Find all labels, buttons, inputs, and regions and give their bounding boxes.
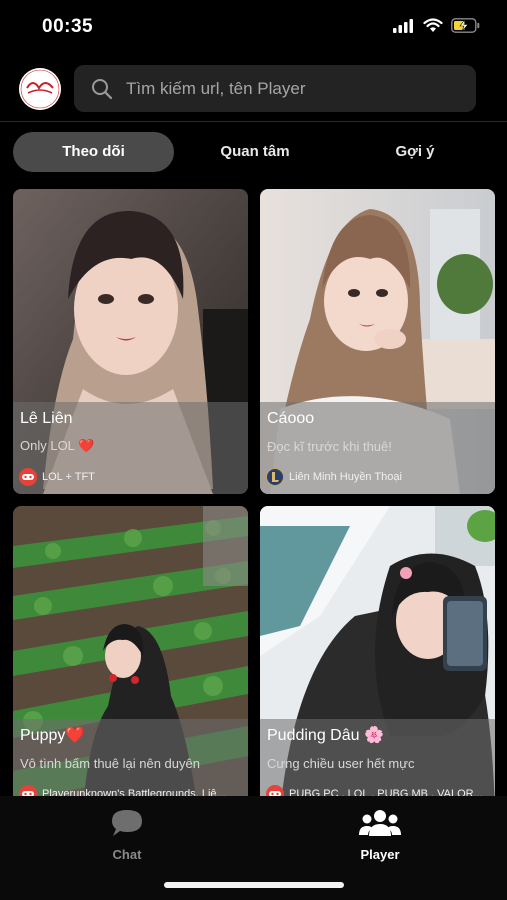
avatar[interactable]: [19, 68, 61, 110]
player-status: Đọc kĩ trước khi thuê!: [267, 439, 392, 454]
search-icon: [92, 78, 113, 99]
brand-logo-icon: [19, 68, 61, 110]
header-divider: [0, 121, 507, 122]
nav-player-label: Player: [360, 847, 400, 862]
player-games: PUBG PC , LOL , PUBG MB , VALOR...: [266, 785, 483, 796]
tab-bar: Theo dõi Quan tâm Gợi ý: [0, 132, 507, 172]
nav-chat[interactable]: Chat: [77, 808, 177, 862]
player-card[interactable]: Puppy❤️ Vô tình bấm thuê lại nên duyên P…: [13, 506, 248, 796]
player-games: Liên Minh Huyền Thoại: [266, 468, 402, 486]
game-controller-icon: [19, 785, 37, 796]
home-indicator: [164, 882, 344, 888]
game-list: PUBG PC , LOL , PUBG MB , VALOR...: [289, 788, 483, 796]
tab-following[interactable]: Theo dõi: [13, 132, 174, 172]
game-list: LOL + TFT: [42, 471, 95, 483]
wifi-icon: [423, 18, 443, 32]
player-name: Lê Liên: [20, 410, 73, 427]
search-input[interactable]: [126, 78, 456, 99]
cellular-signal-icon: [393, 18, 413, 33]
chat-bubble-icon: [112, 810, 142, 836]
player-card[interactable]: Cáooo Đọc kĩ trước khi thuê! Liên Minh H…: [260, 189, 495, 494]
header: [0, 62, 507, 118]
game-controller-icon: [266, 785, 284, 796]
player-status: Vô tình bấm thuê lại nên duyên: [20, 756, 200, 771]
player-name: Pudding Dâu 🌸: [267, 727, 384, 744]
player-status: Cưng chiều user hết mực: [267, 756, 415, 771]
tab-suggested[interactable]: Gợi ý: [360, 132, 470, 172]
player-games: LOL + TFT: [19, 468, 95, 486]
game-list: Playerunknown's Battlegrounds, Liê...: [42, 788, 226, 796]
nav-chat-label: Chat: [112, 847, 142, 862]
player-name: Cáooo: [267, 410, 315, 427]
game-controller-icon: [19, 468, 37, 486]
search-bar[interactable]: [74, 65, 476, 112]
player-card[interactable]: Pudding Dâu 🌸 Cưng chiều user hết mực PU…: [260, 506, 495, 796]
player-status: Only LOL ❤️: [20, 438, 95, 453]
status-bar: 00:35: [0, 0, 507, 56]
status-icons: [393, 18, 481, 33]
player-name: Puppy❤️: [20, 727, 86, 744]
users-icon: [359, 810, 401, 836]
game-list: Liên Minh Huyền Thoại: [289, 471, 402, 483]
player-grid: Lê Liên Only LOL ❤️ LOL + TFT Cáooo Đọc …: [0, 188, 507, 796]
battery-charging-icon: [451, 18, 480, 33]
tab-interested[interactable]: Quan tâm: [200, 132, 310, 172]
nav-player[interactable]: Player: [330, 808, 430, 862]
player-games: Playerunknown's Battlegrounds, Liê...: [19, 785, 226, 796]
lol-crest-icon: [266, 468, 284, 486]
player-card[interactable]: Lê Liên Only LOL ❤️ LOL + TFT: [13, 189, 248, 494]
status-time: 00:35: [42, 16, 94, 37]
